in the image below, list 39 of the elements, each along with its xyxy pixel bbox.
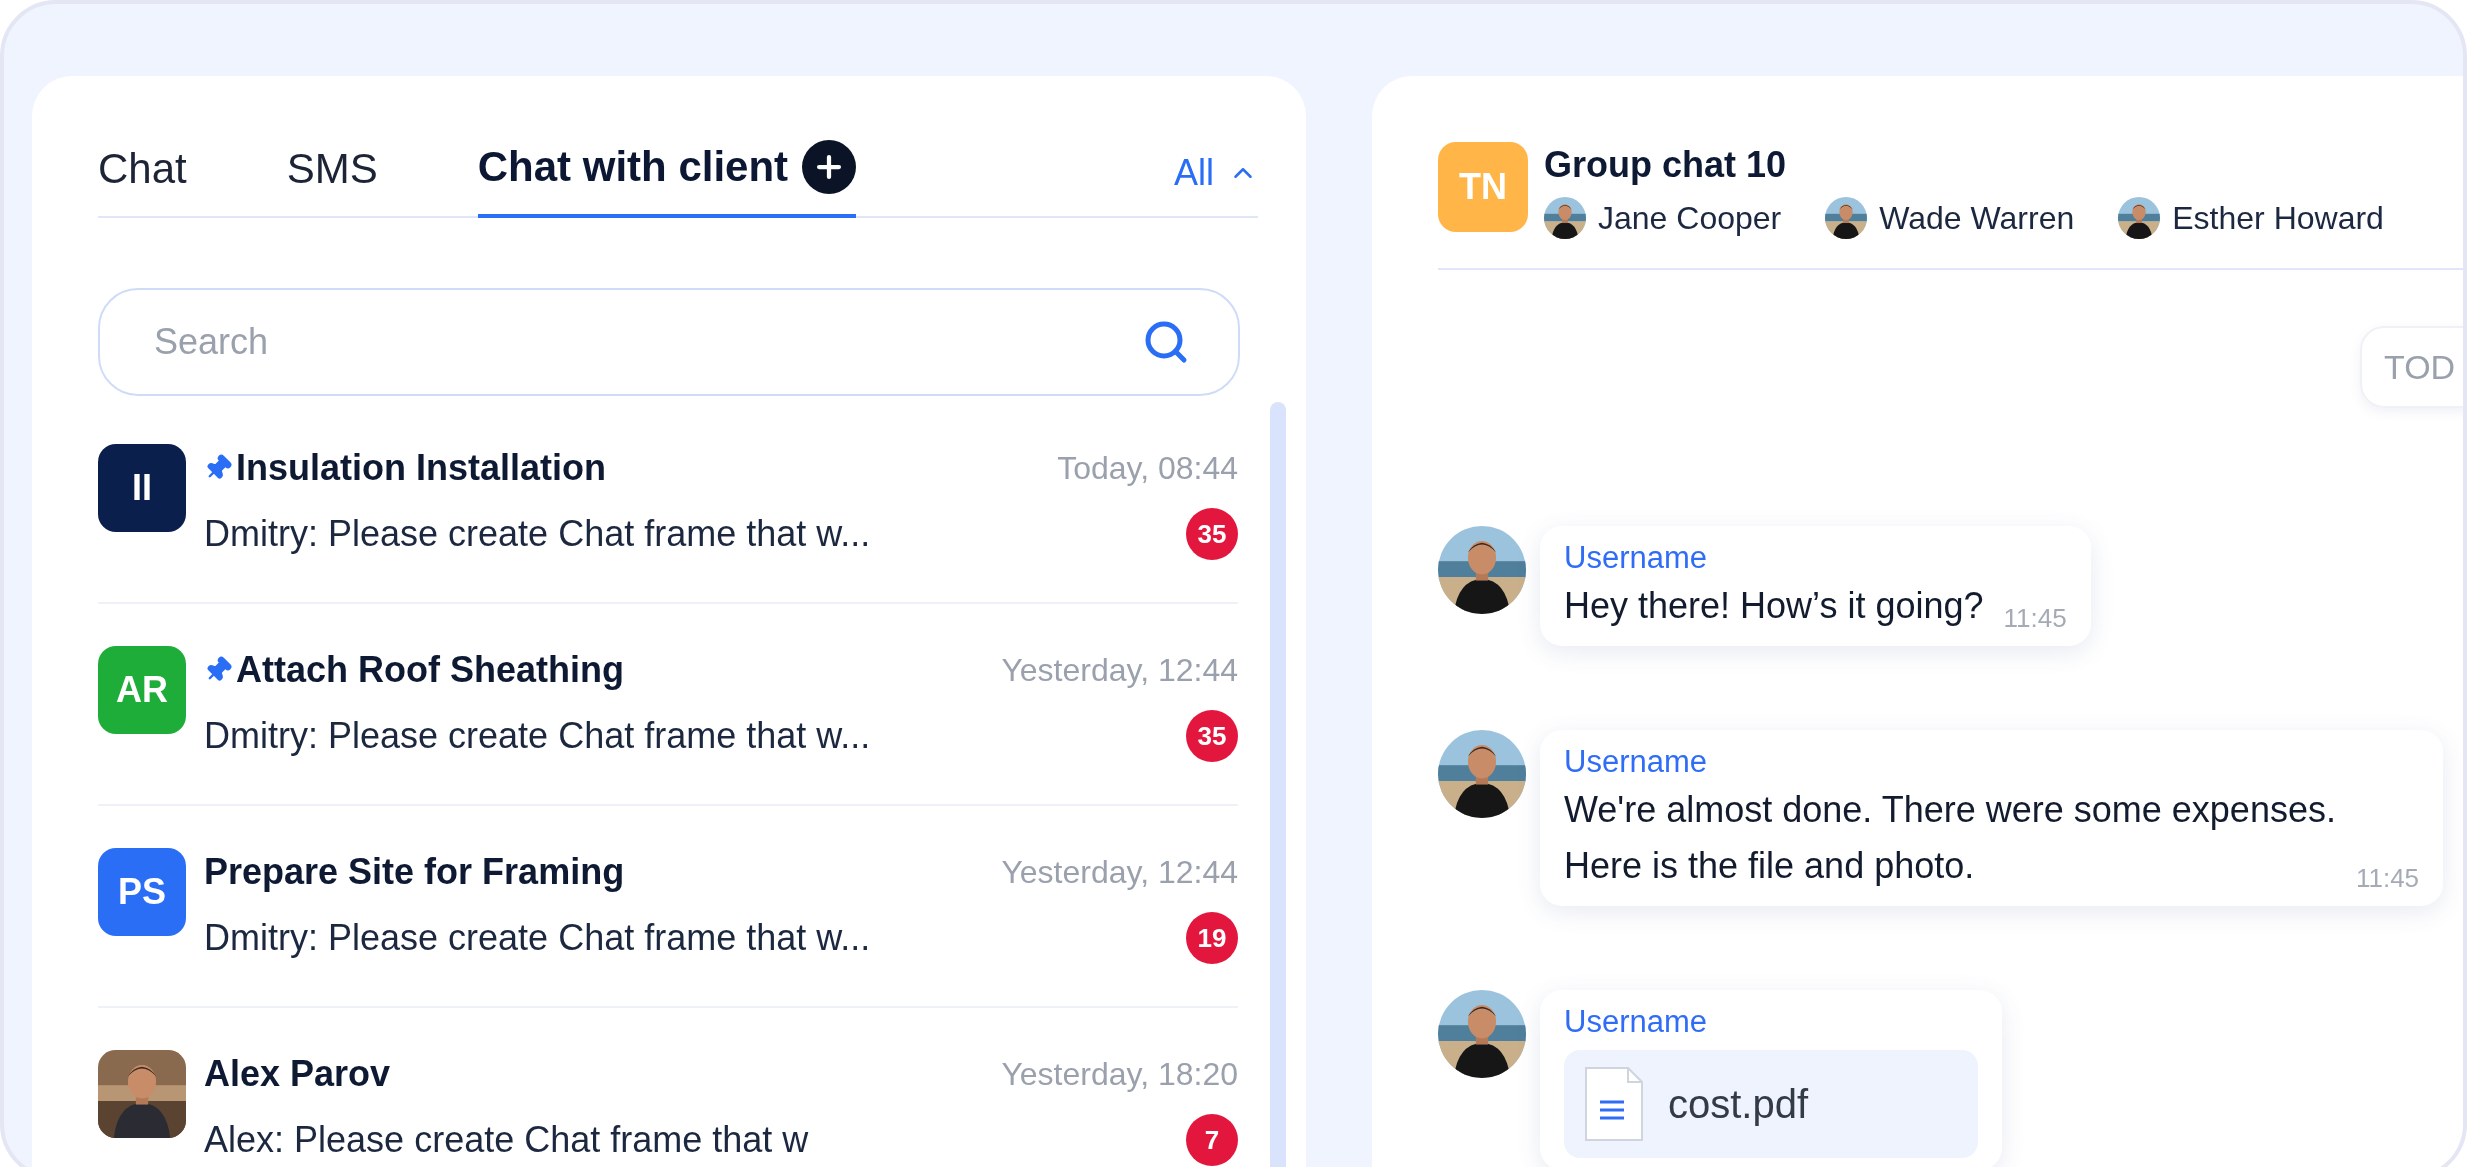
group-title: Group chat 10 (1544, 143, 1788, 187)
chat-title: Attach Roof Sheathing (236, 648, 624, 692)
message-time: 11:45 (2003, 602, 2067, 635)
message-preview: Dmitry: Please create Chat frame that w... (204, 714, 871, 758)
message-author: Username (1564, 1003, 1708, 1041)
tab[interactable]: SMS (286, 144, 378, 218)
member-name: Jane Cooper (1598, 199, 1782, 238)
message-preview: Alex: Please create Chat frame that w (204, 1118, 809, 1162)
message-author: Username (1564, 539, 1708, 577)
chat-avatar: II (98, 444, 186, 532)
chat-title: Prepare Site for Framing (204, 850, 625, 894)
tab[interactable]: Chat (98, 144, 187, 218)
chat-title: Alex Parov (204, 1052, 391, 1096)
group-avatar: TN (1438, 142, 1528, 232)
search-field[interactable]: Search (98, 288, 1240, 396)
message-preview: Dmitry: Please create Chat frame that w... (204, 512, 871, 556)
message-time: 11:45 (2355, 862, 2420, 895)
date-label: TOD (2360, 326, 2463, 408)
chat-time: Yesterday, 12:44 (1001, 853, 1239, 892)
member-name: Wade Warren (1879, 199, 2075, 238)
message-text: We're almost done. There were some expenses. Here is the file and photo. (1564, 788, 2336, 888)
chat-time: Today, 08:44 (1057, 449, 1239, 488)
unread-count: 35 (1186, 710, 1239, 762)
chat-avatar: AR (98, 646, 186, 734)
file-name: cost.pdf (1668, 1081, 1809, 1128)
message-preview: Dmitry: Please create Chat frame that w... (204, 916, 871, 960)
chat-title: Insulation Installation (236, 446, 607, 490)
member-name: Esther Howard (2172, 199, 2384, 238)
unread-count: 19 (1186, 912, 1239, 964)
chat-time: Yesterday, 18:20 (1001, 1055, 1239, 1094)
filter-dropdown[interactable]: All (1174, 146, 1258, 200)
chat-time: Yesterday, 12:44 (1001, 651, 1239, 690)
message-text: Hey there! How’s it going? (1564, 584, 1984, 628)
tab[interactable]: Chat with client (477, 140, 857, 218)
chat-avatar: PS (98, 848, 186, 936)
file-attachment[interactable]: cost.pdf (1564, 1050, 1979, 1158)
message-author: Username (1564, 743, 1708, 781)
unread-count: 35 (1186, 508, 1239, 560)
unread-count: 7 (1186, 1114, 1239, 1166)
